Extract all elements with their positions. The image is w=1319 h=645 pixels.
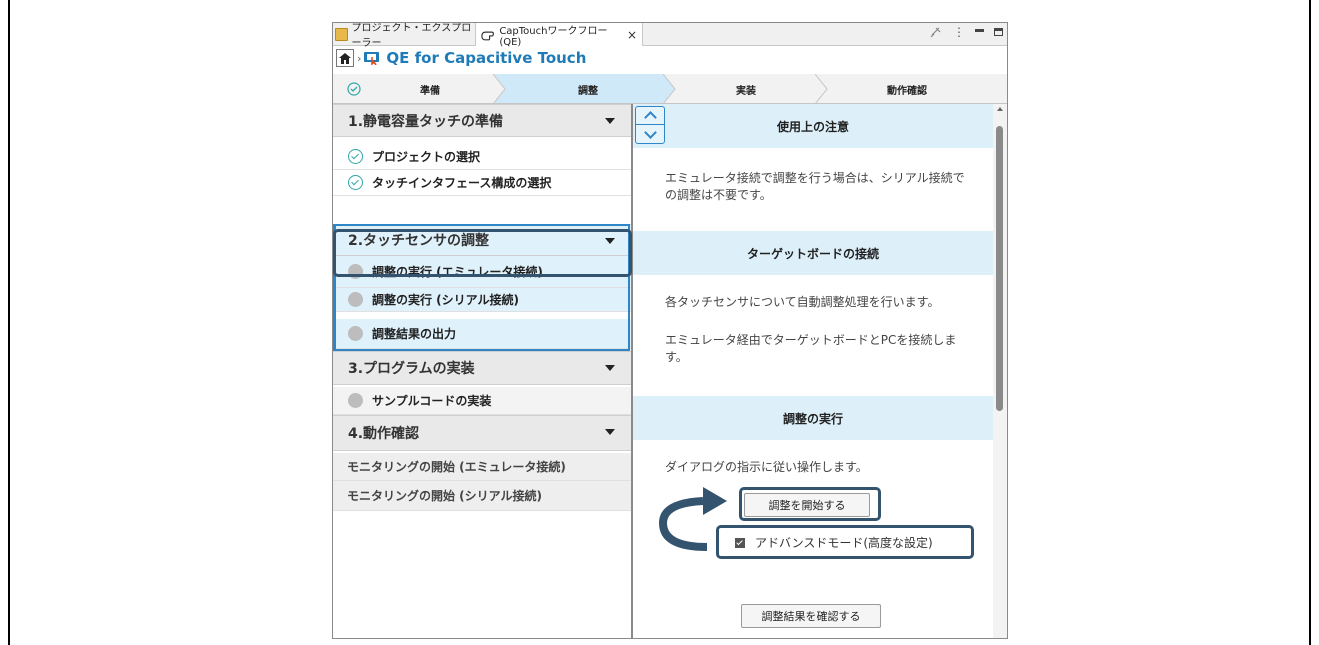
section-heading-text: 調整の実行 [782, 411, 843, 426]
status-pending-icon [348, 326, 363, 341]
section-header-tuning[interactable]: 2.タッチセンサの調整 [333, 224, 631, 256]
sidebar-item-label: 調整の実行 (エミュレータ接続) [372, 265, 543, 279]
minimize-icon[interactable] [975, 28, 984, 32]
section-label: 2.タッチセンサの調整 [348, 233, 490, 249]
section-heading-text: ターゲットボードの接続 [746, 246, 879, 261]
ide-window: プロジェクト・エクスプローラー CapTouchワークフロー (QE) × ⋮ … [332, 22, 1008, 639]
vertical-scrollbar[interactable] [993, 104, 1007, 638]
sidebar-item-label: モニタリングの開始 (エミュレータ接続) [347, 460, 566, 474]
step-tune[interactable]: 調整 [578, 74, 598, 104]
section-nav-buttons[interactable] [635, 106, 665, 144]
section-heading-run-tuning: 調整の実行 [633, 396, 993, 440]
tab-label: CapTouchワークフロー (QE) [499, 25, 608, 48]
sidebar: 1.静電容量タッチの準備 プロジェクトの選択 タッチインタフェース構成の選択 2… [333, 104, 633, 638]
step-prepare[interactable]: 準備 [420, 74, 440, 104]
section-label: 4.動作確認 [348, 426, 420, 442]
workflow-steps: 準備 調整 実装 動作確認 [333, 74, 1007, 104]
page-border-right [1309, 0, 1311, 645]
sidebar-item-interface-config[interactable]: タッチインタフェース構成の選択 [333, 170, 631, 196]
tab-label: プロジェクト・エクスプローラー [351, 23, 472, 49]
sidebar-item-label: 調整結果の出力 [372, 327, 457, 341]
check-results-button[interactable]: 調整結果を確認する [741, 604, 881, 628]
sidebar-item-label: モニタリングの開始 (シリアル接続) [347, 489, 543, 503]
maximize-icon[interactable] [994, 28, 1003, 36]
app-header: › QE for Capacitive Touch [333, 46, 1007, 70]
sidebar-item-label: タッチインタフェース構成の選択 [372, 176, 552, 190]
tab-project-explorer[interactable]: プロジェクト・エクスプローラー [335, 23, 473, 49]
home-button[interactable] [336, 49, 354, 67]
advanced-mode-label: アドバンスドモード(高度な設定) [755, 536, 933, 550]
usage-notes-text: エミュレータ接続で調整を行う場合は、シリアル接続での調整は不要です。 [665, 171, 965, 202]
status-done-icon [348, 149, 363, 164]
breadcrumb-separator: › [357, 51, 362, 65]
section-header-prepare[interactable]: 1.静電容量タッチの準備 [333, 104, 631, 137]
section-label: 1.静電容量タッチの準備 [348, 113, 504, 130]
section-label: 3.プログラムの実装 [348, 361, 475, 377]
scrollbar-thumb[interactable] [996, 126, 1003, 411]
start-tuning-button[interactable]: 調整を開始する [744, 493, 870, 517]
run-tuning-text: ダイアログの指示に従い操作します。 [665, 460, 868, 474]
step-done-check-icon [347, 82, 361, 96]
section-heading-board-connection: ターゲットボードの接続 [633, 231, 993, 275]
sidebar-item-sample-code[interactable]: サンプルコードの実装 [333, 387, 631, 415]
home-icon [339, 52, 351, 64]
chevron-up-icon[interactable] [644, 111, 657, 124]
sidebar-item-project-select[interactable]: プロジェクトの選択 [333, 144, 631, 170]
view-menu-icon[interactable]: ⋮ [953, 26, 965, 38]
sidebar-item-label: プロジェクトの選択 [372, 150, 481, 164]
pin-icon[interactable] [929, 25, 943, 39]
sidebar-item-monitor-serial[interactable]: モニタリングの開始 (シリアル接続) [333, 481, 631, 511]
step-implement[interactable]: 実装 [736, 74, 756, 104]
active-section-accent [333, 224, 336, 351]
scroll-up-icon[interactable] [997, 107, 1003, 111]
board-connection-text: 各タッチセンサについて自動調整処理を行います。 [665, 295, 940, 309]
section-heading-usage-notes: 使用上の注意 [633, 104, 993, 148]
status-pending-icon [348, 264, 363, 279]
sidebar-item-label: 調整の実行 (シリアル接続) [372, 293, 520, 307]
folder-icon [335, 27, 348, 41]
step-verify[interactable]: 動作確認 [887, 74, 927, 104]
sidebar-item-label: サンプルコードの実装 [372, 394, 492, 408]
chevron-down-icon[interactable] [605, 238, 615, 244]
qe-app-icon [364, 52, 380, 65]
board-connection-text-2: エミュレータ経由でターゲットボードとPCを接続します。 [665, 333, 957, 364]
close-icon[interactable]: × [627, 28, 637, 42]
chevron-down-icon[interactable] [644, 126, 657, 139]
advanced-mode-checkbox-row[interactable]: アドバンスドモード(高度な設定) [735, 534, 933, 551]
tab-captouch-workflow[interactable]: CapTouchワークフロー (QE) × [475, 23, 643, 48]
tab-bar: プロジェクト・エクスプローラー CapTouchワークフロー (QE) × ⋮ [333, 23, 1007, 49]
sidebar-item-tune-output[interactable]: 調整結果の出力 [333, 319, 631, 349]
chevron-down-icon[interactable] [605, 118, 615, 124]
hand-touch-icon [481, 31, 494, 40]
section-header-verify[interactable]: 4.動作確認 [333, 415, 631, 451]
section-header-implement[interactable]: 3.プログラムの実装 [333, 351, 631, 385]
status-done-icon [348, 175, 363, 190]
window-controls: ⋮ [929, 25, 1003, 39]
sidebar-item-tune-serial[interactable]: 調整の実行 (シリアル接続) [333, 288, 631, 312]
sidebar-item-monitor-emulator[interactable]: モニタリングの開始 (エミュレータ接続) [333, 453, 631, 481]
sidebar-item-tune-emulator[interactable]: 調整の実行 (エミュレータ接続) [333, 256, 631, 288]
section-heading-text: 使用上の注意 [776, 119, 849, 134]
curved-arrow-icon [658, 487, 727, 551]
page-border-left [8, 0, 10, 645]
status-pending-icon [348, 292, 363, 307]
chevron-down-icon[interactable] [605, 429, 615, 435]
status-pending-icon [348, 393, 363, 408]
chevron-down-icon[interactable] [605, 365, 615, 371]
app-title: QE for Capacitive Touch [386, 49, 587, 67]
